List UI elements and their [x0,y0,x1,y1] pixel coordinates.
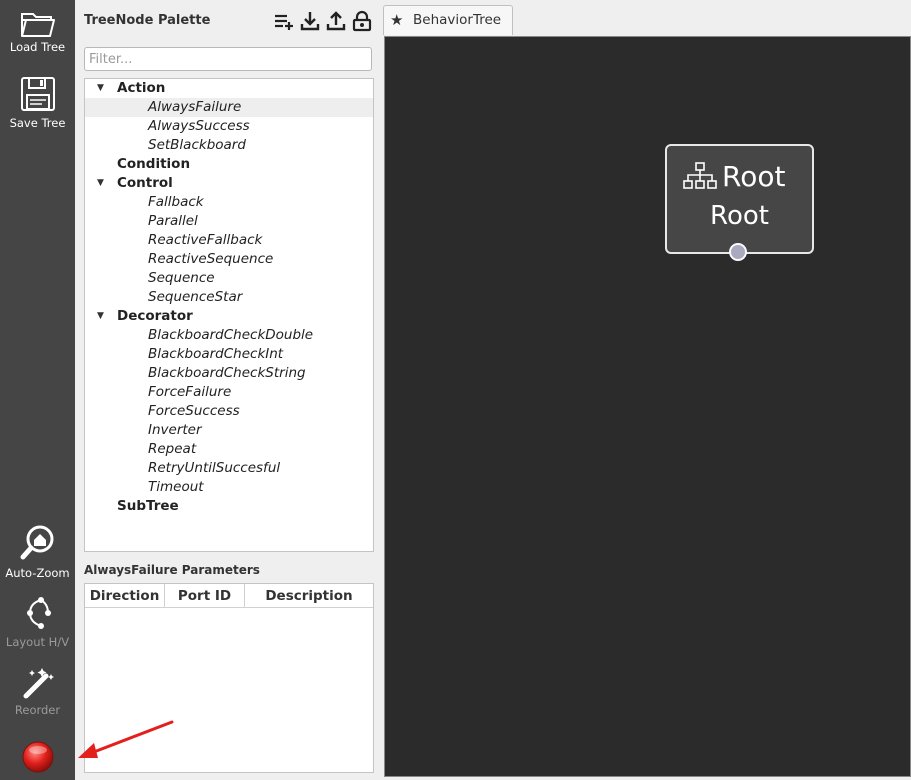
tree-label: Control [117,175,173,191]
tree-label: ForceSuccess [148,403,240,419]
tree-item[interactable]: RetryUntilSuccesful [85,459,373,478]
tree-item[interactable]: Timeout [85,478,373,497]
tree-category[interactable]: Condition [85,155,373,174]
tree-label: Sequence [148,270,215,286]
tree-item[interactable]: BlackboardCheckString [85,364,373,383]
tree-label: ReactiveSequence [148,251,274,267]
tree-label: RetryUntilSuccesful [148,460,281,476]
tree-label: ForceFailure [148,384,232,400]
load-tree-label: Load Tree [9,40,66,54]
palette-tools [273,10,373,32]
tree-label: AlwaysFailure [148,99,242,115]
tree-item[interactable]: BlackboardCheckInt [85,345,373,364]
tree-label: Timeout [148,479,204,495]
tree-label: SubTree [117,498,179,514]
magic-wand-icon [23,668,54,699]
hierarchy-icon [683,162,717,189]
save-tree-label: Save Tree [9,116,66,130]
tree-label: SetBlackboard [148,137,246,153]
tree-item[interactable]: Fallback [85,193,373,212]
download-icon[interactable] [299,10,321,32]
expand-arrow-icon[interactable]: ▼ [97,307,104,326]
tree-item[interactable]: Repeat [85,440,373,459]
root-output-port[interactable] [729,243,747,261]
tree-item[interactable]: SetBlackboard [85,136,373,155]
tree-item[interactable]: AlwaysSuccess [85,117,373,136]
tab-behaviortree[interactable]: ★ BehaviorTree [383,5,513,35]
node-tree[interactable]: ▼ Action AlwaysFailure AlwaysSuccess SetBlac… [84,78,374,552]
folder-icon [20,13,55,37]
column-port-id[interactable]: Port ID [165,584,245,608]
root-node-name: Root [710,201,769,231]
column-description[interactable]: Description [245,584,373,608]
tree-label: AlwaysSuccess [148,118,250,134]
record-icon [22,741,53,773]
tree-label: BlackboardCheckString [148,365,306,381]
editor-tab-bar: ★ BehaviorTree [382,0,911,36]
tree-label: Parallel [148,213,198,229]
tree-label: BlackboardCheckDouble [148,327,314,343]
zoom-home-icon [20,525,53,560]
tree-item[interactable]: Inverter [85,421,373,440]
tree-label: Repeat [148,441,197,457]
tree-category[interactable]: ▼ Control [85,174,373,193]
filter-input[interactable] [84,47,372,71]
star-icon: ★ [390,11,404,29]
tree-label: Fallback [148,194,204,210]
upload-icon[interactable] [325,10,347,32]
tree-item[interactable]: ReactiveSequence [85,250,373,269]
treenode-palette: TreeNode Palette ▼ Action AlwaysFailure Alw… [78,0,380,780]
tree-label: SequenceStar [148,289,243,305]
main-toolbar: Load Tree Save Tree Auto-Zoom Layout H/V [0,0,75,780]
tab-label: BehaviorTree [413,12,502,28]
tree-label: Decorator [117,308,193,324]
reorder-label: Reorder [14,703,61,717]
layout-tree-icon [26,597,51,629]
tree-item[interactable]: AlwaysFailure [85,98,373,117]
tree-category[interactable]: ▼ Decorator [85,307,373,326]
floppy-disk-icon [20,77,55,111]
record-button[interactable] [0,740,75,774]
tree-category[interactable]: ▼ Action [85,79,373,98]
tree-label: Inverter [148,422,202,438]
tree-label: BlackboardCheckInt [148,346,284,362]
expand-arrow-icon[interactable]: ▼ [97,174,104,193]
parameters-title: AlwaysFailure Parameters [84,563,260,577]
tree-item[interactable]: ForceSuccess [85,402,373,421]
tree-item[interactable]: SequenceStar [85,288,373,307]
add-list-icon[interactable] [273,10,295,32]
auto-zoom-button[interactable]: Auto-Zoom [0,524,75,580]
layout-hv-button[interactable]: Layout H/V [0,596,75,649]
tree-category[interactable]: SubTree [85,497,373,516]
tree-item[interactable]: Parallel [85,212,373,231]
tree-item[interactable]: ForceFailure [85,383,373,402]
lock-icon[interactable] [351,10,373,32]
tree-label: ReactiveFallback [148,232,263,248]
save-tree-button[interactable]: Save Tree [0,76,75,130]
root-node[interactable]: Root Root [665,144,814,254]
expand-arrow-icon[interactable]: ▼ [97,79,104,98]
column-direction[interactable]: Direction [85,584,165,608]
layout-hv-label: Layout H/V [5,635,70,649]
tree-item[interactable]: Sequence [85,269,373,288]
root-node-type: Root [722,160,786,193]
tree-label: Action [117,80,166,96]
reorder-button[interactable]: Reorder [0,664,75,717]
annotation-arrow [78,720,174,758]
tree-item[interactable]: ReactiveFallback [85,231,373,250]
tree-item[interactable]: BlackboardCheckDouble [85,326,373,345]
tree-canvas[interactable]: Root Root [384,36,911,777]
palette-title: TreeNode Palette [84,13,211,28]
load-tree-button[interactable]: Load Tree [0,8,75,54]
auto-zoom-label: Auto-Zoom [5,566,70,580]
tree-label: Condition [117,156,191,172]
